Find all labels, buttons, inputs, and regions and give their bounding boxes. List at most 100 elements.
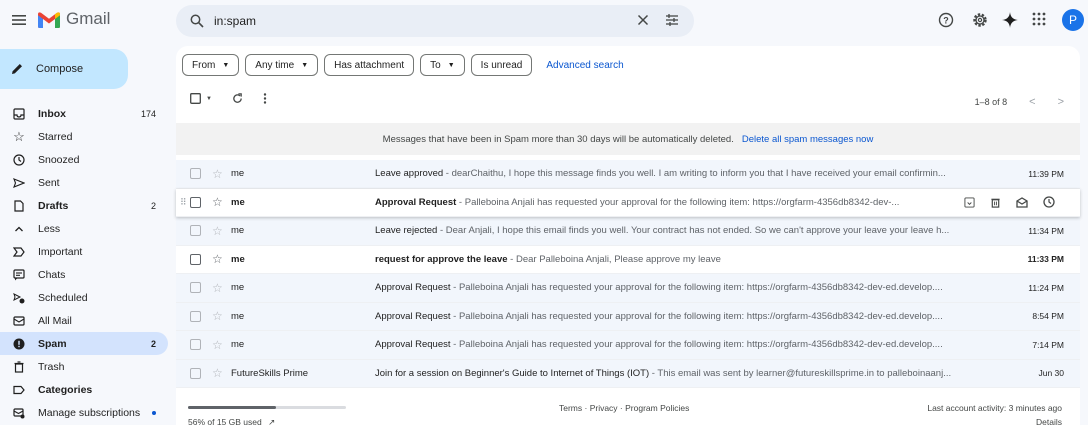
star-icon[interactable]: ☆ xyxy=(212,195,223,209)
email-row[interactable]: ☆ me Leave rejected - Dear Anjali, I hop… xyxy=(176,217,1080,246)
gemini-icon[interactable] xyxy=(1002,12,1018,28)
row-hover-actions xyxy=(964,196,1070,208)
help-icon[interactable]: ? xyxy=(938,12,954,28)
row-checkbox[interactable] xyxy=(190,339,201,351)
clear-search-icon[interactable] xyxy=(637,14,649,26)
sidebar-item-starred[interactable]: ☆ Starred xyxy=(0,125,168,148)
search-options-icon[interactable] xyxy=(665,13,679,27)
filter-has-attachment[interactable]: Has attachment xyxy=(324,54,415,76)
email-row[interactable]: ☆ me Leave approved - dearChaithu, I hop… xyxy=(176,160,1080,189)
star-icon[interactable]: ☆ xyxy=(212,224,223,238)
star-icon[interactable]: ☆ xyxy=(212,167,223,181)
email-row[interactable]: ⠿ ☆ me Approval Request - Palleboina Anj… xyxy=(176,188,1080,217)
star-icon[interactable]: ☆ xyxy=(212,309,223,323)
external-link-icon[interactable]: ↗ xyxy=(268,417,275,425)
email-content: Approval Request - Palleboina Anjali has… xyxy=(375,197,945,208)
sidebar-item-all-mail[interactable]: All Mail xyxy=(0,309,168,332)
row-checkbox[interactable] xyxy=(190,196,201,208)
sidebar-item-categories[interactable]: Categories xyxy=(0,378,168,401)
refresh-icon[interactable] xyxy=(232,93,243,104)
star-icon[interactable]: ☆ xyxy=(212,366,223,380)
sidebar-item-spam[interactable]: Spam 2 xyxy=(0,332,168,355)
chevron-left-icon[interactable]: < xyxy=(1029,96,1035,108)
email-content: Join for a session on Beginner's Guide t… xyxy=(375,368,995,379)
more-options-icon[interactable] xyxy=(263,93,267,104)
star-icon[interactable]: ☆ xyxy=(212,252,223,266)
filter-is-unread[interactable]: Is unread xyxy=(470,54,533,76)
sidebar-item-chats[interactable]: Chats xyxy=(0,263,168,286)
settings-icon[interactable] xyxy=(972,12,988,28)
email-sender: me xyxy=(231,196,245,208)
star-icon[interactable]: ☆ xyxy=(212,338,223,352)
main-panel: From ▼ Any time ▼ Has attachment To ▼ Is un… xyxy=(176,46,1080,425)
sidebar-item-trash[interactable]: Trash xyxy=(0,355,168,378)
storage-usage-text[interactable]: 56% of 15 GB used xyxy=(188,417,262,425)
draft-icon xyxy=(12,199,26,213)
chip-label: Any time xyxy=(255,59,295,71)
sidebar-item-snoozed[interactable]: Snoozed xyxy=(0,148,168,171)
account-avatar[interactable]: P xyxy=(1062,9,1084,31)
email-row[interactable]: ☆ FutureSkills Prime Join for a session … xyxy=(176,359,1080,388)
email-subject: Approval Request xyxy=(375,196,457,208)
filter-to[interactable]: To ▼ xyxy=(420,54,465,76)
details-link[interactable]: Details xyxy=(1036,417,1062,425)
main-menu-icon[interactable] xyxy=(12,13,26,27)
advanced-search-link[interactable]: Advanced search xyxy=(546,60,623,71)
delete-all-spam-link[interactable]: Delete all spam messages now xyxy=(742,134,873,145)
email-row[interactable]: ☆ me request for approve the leave - Dea… xyxy=(176,245,1080,274)
sidebar-item-scheduled[interactable]: Scheduled xyxy=(0,286,168,309)
caret-down-icon: ▼ xyxy=(301,61,309,69)
apps-grid-icon[interactable] xyxy=(1032,12,1046,26)
select-dropdown-icon[interactable]: ▼ xyxy=(206,96,212,102)
chip-label: Is unread xyxy=(480,59,523,71)
storage-fill xyxy=(188,406,277,409)
filter-any-time[interactable]: Any time ▼ xyxy=(245,54,319,76)
row-checkbox[interactable] xyxy=(190,282,201,294)
email-list: ☆ me Leave approved - dearChaithu, I hop… xyxy=(176,160,1080,388)
spam-icon xyxy=(12,337,26,351)
email-sender: me xyxy=(231,339,245,351)
sidebar-item-label: Manage subscriptions xyxy=(38,406,141,419)
sidebar-item-less[interactable]: Less xyxy=(0,217,168,240)
sidebar-item-label: Inbox xyxy=(38,107,66,120)
select-all-checkbox[interactable] xyxy=(190,93,201,104)
email-row[interactable]: ☆ me Approval Request - Palleboina Anjal… xyxy=(176,331,1080,360)
archive-icon[interactable] xyxy=(964,197,975,208)
chevron-right-icon[interactable]: > xyxy=(1058,96,1064,108)
gmail-logo[interactable]: Gmail xyxy=(38,9,110,29)
sidebar-item-inbox[interactable]: Inbox 174 xyxy=(0,102,168,125)
footer-links[interactable]: Terms · Privacy · Program Policies xyxy=(559,403,689,413)
sidebar-item-sent[interactable]: Sent xyxy=(0,171,168,194)
search-input[interactable] xyxy=(214,11,594,31)
snooze-icon[interactable] xyxy=(1043,196,1055,208)
email-sender: me xyxy=(231,253,245,265)
email-row[interactable]: ☆ me Approval Request - Palleboina Anjal… xyxy=(176,274,1080,303)
storage-bar[interactable] xyxy=(188,406,346,409)
mark-as-read-icon[interactable] xyxy=(1016,196,1028,208)
sidebar-item-label: Scheduled xyxy=(38,291,88,304)
row-checkbox[interactable] xyxy=(190,253,201,265)
search-icon[interactable] xyxy=(190,14,204,28)
star-icon[interactable]: ☆ xyxy=(212,281,223,295)
sidebar-item-manage-subscriptions[interactable]: Manage subscriptions xyxy=(0,401,168,424)
email-row[interactable]: ☆ me Approval Request - Palleboina Anjal… xyxy=(176,302,1080,331)
row-checkbox[interactable] xyxy=(190,367,201,379)
drag-handle-icon[interactable]: ⠿ xyxy=(180,197,187,208)
email-sender: me xyxy=(231,225,245,237)
sidebar-item-important[interactable]: Important xyxy=(0,240,168,263)
row-checkbox[interactable] xyxy=(190,225,201,237)
email-subject: request for approve the leave xyxy=(375,253,508,265)
email-subject: Approval Request xyxy=(375,339,451,351)
send-icon xyxy=(12,176,26,190)
compose-button[interactable]: Compose xyxy=(0,49,128,89)
sidebar-item-drafts[interactable]: Drafts 2 xyxy=(0,194,168,217)
row-checkbox[interactable] xyxy=(190,168,201,180)
delete-icon[interactable] xyxy=(990,197,1001,208)
chat-icon xyxy=(12,268,26,282)
email-time: 11:34 PM xyxy=(1028,225,1064,236)
email-time: Jun 30 xyxy=(1038,368,1064,379)
search-bar[interactable] xyxy=(176,5,694,37)
chip-label: From xyxy=(192,59,216,71)
row-checkbox[interactable] xyxy=(190,310,201,322)
filter-from[interactable]: From ▼ xyxy=(182,54,240,76)
